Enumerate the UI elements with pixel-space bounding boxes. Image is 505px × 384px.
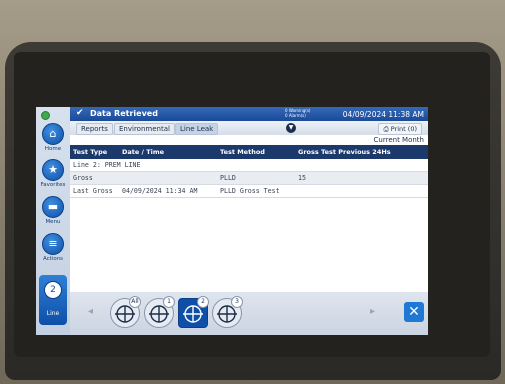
table-row[interactable]: Gross PLLD 15 bbox=[70, 172, 428, 185]
favorites-button[interactable]: ★ Favorites bbox=[40, 159, 66, 188]
touch-screen: ⌂ Home ★ Favorites ▬ Menu ≡ Actions 2 Li… bbox=[36, 107, 428, 335]
warnings-alarms[interactable]: 0 Warning(s) 0 Alarm(s) bbox=[285, 108, 310, 118]
menu-label: Menu bbox=[45, 219, 61, 225]
printer-icon: ⎙ bbox=[383, 125, 389, 133]
alarms-count: 0 Alarm(s) bbox=[285, 113, 306, 118]
line-tag: All bbox=[129, 296, 141, 308]
line-button[interactable]: 2 Line bbox=[39, 275, 67, 325]
table-row[interactable]: Last Gross 04/09/2024 11:34 AM PLLD Gros… bbox=[70, 185, 428, 198]
cell-gross-test: 15 bbox=[298, 174, 306, 182]
close-button[interactable]: ✕ bbox=[404, 302, 424, 322]
table-header: Test Type Date / Time Test Method Gross … bbox=[70, 145, 428, 159]
actions-label: Actions bbox=[42, 256, 64, 262]
print-label: Print (0) bbox=[390, 125, 417, 133]
star-icon: ★ bbox=[42, 159, 64, 181]
status-indicator-icon bbox=[41, 111, 50, 120]
cell-test-type: Last Gross bbox=[73, 187, 113, 195]
cell-test-type: Gross bbox=[73, 174, 93, 182]
line-tag: 3 bbox=[231, 296, 243, 308]
line-tag: 2 bbox=[197, 296, 209, 308]
column-header: Date / Time bbox=[122, 148, 165, 156]
line-selector-2[interactable]: 2 bbox=[178, 296, 209, 328]
cell-test-method: PLLD bbox=[220, 174, 236, 182]
line-label: Line bbox=[46, 310, 60, 317]
close-icon: ✕ bbox=[408, 304, 420, 320]
menu-icon: ▬ bbox=[42, 196, 64, 218]
table-empty-area bbox=[70, 210, 428, 290]
left-navigation: ⌂ Home ★ Favorites ▬ Menu ≡ Actions 2 Li… bbox=[36, 107, 70, 335]
print-button[interactable]: ⎙ Print (0) bbox=[378, 123, 422, 135]
scroll-left-icon[interactable]: ◂ bbox=[88, 306, 93, 317]
column-header: Test Type bbox=[73, 148, 108, 156]
report-table: Test Type Date / Time Test Method Gross … bbox=[70, 145, 428, 198]
cell-date-time: 04/09/2024 11:34 AM bbox=[122, 187, 198, 195]
column-header: Test Method bbox=[220, 148, 265, 156]
cell-test-method: PLLD Gross Test bbox=[220, 187, 280, 195]
line-selector-3[interactable]: 3 bbox=[212, 296, 243, 328]
table-group-row[interactable]: Line 2: PREM LINE bbox=[70, 159, 428, 172]
home-icon: ⌂ bbox=[42, 123, 64, 145]
line-selector-bar: ◂ All 1 2 3 ▸ ✕ bbox=[70, 292, 428, 335]
actions-icon: ≡ bbox=[42, 233, 64, 255]
report-range: Current Month bbox=[70, 135, 428, 145]
line-selector-1[interactable]: 1 bbox=[144, 296, 175, 328]
menu-button[interactable]: ▬ Menu bbox=[40, 196, 66, 225]
chevron-down-icon[interactable]: ▼ bbox=[286, 123, 296, 133]
scroll-right-icon[interactable]: ▸ bbox=[370, 306, 375, 317]
line-selector-all[interactable]: All bbox=[110, 296, 141, 328]
group-label: Line 2: PREM LINE bbox=[73, 161, 141, 169]
line-number-badge: 2 bbox=[44, 281, 62, 299]
home-label: Home bbox=[44, 146, 62, 152]
breadcrumb: Reports Environmental Line Leak ▼ ⎙ Prin… bbox=[70, 121, 428, 135]
check-icon: ✔ bbox=[76, 108, 84, 118]
line-tag: 1 bbox=[163, 296, 175, 308]
actions-button[interactable]: ≡ Actions bbox=[40, 233, 66, 262]
breadcrumb-environmental[interactable]: Environmental bbox=[114, 123, 175, 135]
status-header: ✔ Data Retrieved 0 Warning(s) 0 Alarm(s)… bbox=[70, 107, 428, 121]
range-label: Current Month bbox=[373, 136, 424, 144]
column-header: Gross Test Previous 24Hs bbox=[298, 148, 391, 156]
home-button[interactable]: ⌂ Home bbox=[40, 123, 66, 152]
header-datetime: 04/09/2024 11:38 AM bbox=[342, 110, 424, 119]
status-title: Data Retrieved bbox=[90, 109, 158, 118]
favorites-label: Favorites bbox=[40, 182, 66, 188]
breadcrumb-reports[interactable]: Reports bbox=[76, 123, 113, 135]
breadcrumb-line-leak[interactable]: Line Leak bbox=[175, 123, 219, 135]
